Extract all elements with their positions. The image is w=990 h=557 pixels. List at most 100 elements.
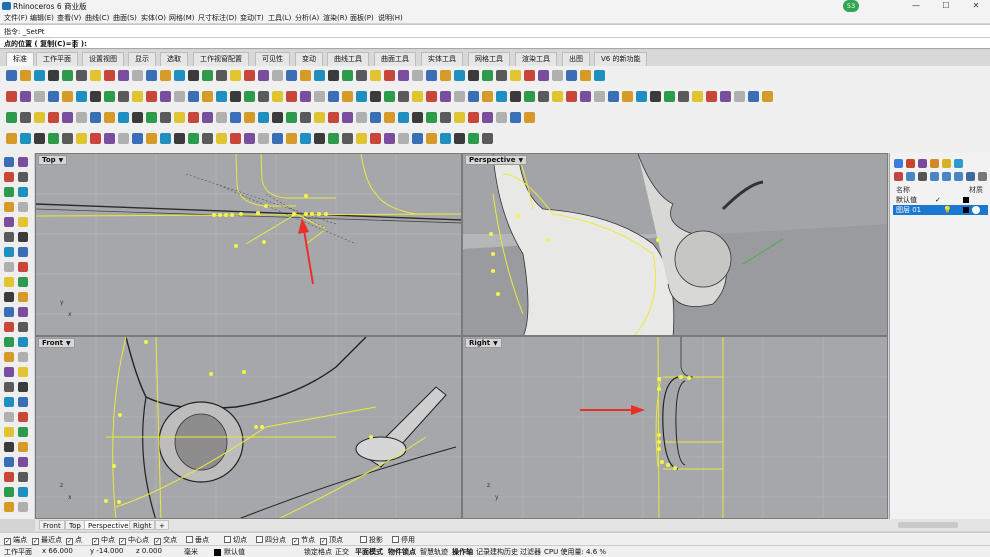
checkbox-unchecked-icon[interactable]: [224, 536, 231, 543]
toolbar-tool-icon[interactable]: [34, 112, 45, 123]
toolbar-tool-icon[interactable]: [440, 133, 451, 144]
toolbar-tool-icon[interactable]: [244, 91, 255, 102]
toolbar-tool-icon[interactable]: [692, 91, 703, 102]
sidebar-tool-icon[interactable]: [18, 457, 28, 467]
toolbar-tool-icon[interactable]: [286, 91, 297, 102]
toolbar-tool-icon[interactable]: [104, 91, 115, 102]
toolbar-tool-icon[interactable]: [426, 91, 437, 102]
toolbar-tool-icon[interactable]: [160, 133, 171, 144]
toolbar-tool-icon[interactable]: [6, 70, 17, 81]
toolbar-tool-icon[interactable]: [188, 91, 199, 102]
toolbar-tool-icon[interactable]: [230, 91, 241, 102]
viewport-top-label[interactable]: Top ▼: [38, 155, 68, 165]
osnap-option[interactable]: ✓ 端点: [4, 535, 27, 545]
menu-analyze[interactable]: 分析(A): [295, 13, 319, 23]
checkbox-checked-icon[interactable]: ✓: [154, 538, 161, 545]
new-layer-icon[interactable]: [894, 172, 903, 181]
toolbar-tool-icon[interactable]: [300, 133, 311, 144]
toolbar-tool-icon[interactable]: [48, 133, 59, 144]
menu-edit[interactable]: 编辑(E): [30, 13, 54, 23]
vtab-perspective[interactable]: Perspective: [84, 520, 133, 530]
toolbar-tool-icon[interactable]: [622, 91, 633, 102]
toolbar-tool-icon[interactable]: [468, 70, 479, 81]
osnap-option[interactable]: 垂点: [186, 535, 209, 545]
checkbox-unchecked-icon[interactable]: [256, 536, 263, 543]
sidebar-tool-icon[interactable]: [4, 382, 14, 392]
toolbar-tool-icon[interactable]: [314, 91, 325, 102]
toolbar-tool-icon[interactable]: [146, 133, 157, 144]
status-planar[interactable]: 平面模式: [355, 547, 383, 557]
toolbar-tool-icon[interactable]: [356, 133, 367, 144]
toolbar-tool-icon[interactable]: [132, 70, 143, 81]
toolbar-tool-icon[interactable]: [468, 112, 479, 123]
toolbar-tool-icon[interactable]: [90, 91, 101, 102]
toolbar-tool-icon[interactable]: [188, 112, 199, 123]
toolbar-tool-icon[interactable]: [6, 133, 17, 144]
toolbar-tool-icon[interactable]: [90, 133, 101, 144]
materials-icon[interactable]: [930, 159, 939, 168]
tab-surface-tools[interactable]: 曲面工具: [374, 52, 416, 66]
status-layer[interactable]: 默认值: [224, 547, 245, 557]
toolbar-tool-icon[interactable]: [104, 133, 115, 144]
environment-icon[interactable]: [942, 159, 951, 168]
toolbar-tool-icon[interactable]: [384, 112, 395, 123]
sidebar-tool-icon[interactable]: [18, 172, 28, 182]
toolbar-tool-icon[interactable]: [132, 91, 143, 102]
osnap-option[interactable]: ✓ 交点: [154, 535, 177, 545]
viewport-perspective-label[interactable]: Perspective ▼: [465, 155, 528, 165]
toolbar-tool-icon[interactable]: [132, 133, 143, 144]
toolbar-tool-icon[interactable]: [34, 70, 45, 81]
toolbar-tool-icon[interactable]: [160, 112, 171, 123]
toolbar-tool-icon[interactable]: [370, 70, 381, 81]
checkbox-checked-icon[interactable]: ✓: [92, 538, 99, 545]
osnap-option[interactable]: 四分点: [256, 535, 286, 545]
sidebar-tool-icon[interactable]: [18, 367, 28, 377]
toolbar-tool-icon[interactable]: [76, 70, 87, 81]
osnap-option[interactable]: ✓ 中点: [92, 535, 115, 545]
toolbar-tool-icon[interactable]: [356, 70, 367, 81]
status-record-history[interactable]: 记录建构历史: [476, 547, 518, 557]
toolbar-tool-icon[interactable]: [398, 133, 409, 144]
toolbar-tool-icon[interactable]: [650, 91, 661, 102]
sidebar-tool-icon[interactable]: [4, 322, 14, 332]
toolbar-tool-icon[interactable]: [76, 133, 87, 144]
toolbar-tool-icon[interactable]: [524, 91, 535, 102]
toolbar-tool-icon[interactable]: [314, 70, 325, 81]
status-osnap[interactable]: 物件锁点: [388, 547, 416, 557]
toolbar-tool-icon[interactable]: [412, 112, 423, 123]
toolbar-tool-icon[interactable]: [258, 70, 269, 81]
toolbar-tool-icon[interactable]: [34, 91, 45, 102]
chevron-down-icon[interactable]: ▼: [518, 156, 523, 165]
menu-surface[interactable]: 曲面(S): [113, 13, 137, 23]
toolbar-tool-icon[interactable]: [62, 91, 73, 102]
sidebar-tool-icon[interactable]: [18, 502, 28, 512]
toolbar-tool-icon[interactable]: [328, 112, 339, 123]
toolbar-tool-icon[interactable]: [538, 91, 549, 102]
tab-drafting[interactable]: 出图: [562, 52, 590, 66]
toolbar-tool-icon[interactable]: [48, 70, 59, 81]
menu-file[interactable]: 文件(F): [4, 13, 28, 23]
toolbar-tool-icon[interactable]: [594, 70, 605, 81]
tab-solid-tools[interactable]: 实体工具: [421, 52, 463, 66]
toolbar-tool-icon[interactable]: [328, 70, 339, 81]
toolbar-tool-icon[interactable]: [216, 133, 227, 144]
toolbar-tool-icon[interactable]: [412, 133, 423, 144]
sidebar-tool-icon[interactable]: [4, 397, 14, 407]
viewport-perspective[interactable]: Perspective ▼: [462, 153, 888, 336]
sidebar-tool-icon[interactable]: [18, 322, 28, 332]
layer-color-swatch[interactable]: [963, 197, 969, 203]
toolbar-tool-icon[interactable]: [160, 91, 171, 102]
toolbar-tool-icon[interactable]: [482, 133, 493, 144]
toolbar-tool-icon[interactable]: [342, 70, 353, 81]
sidebar-tool-icon[interactable]: [4, 352, 14, 362]
sidebar-tool-icon[interactable]: [18, 217, 28, 227]
tab-set-view[interactable]: 设置视图: [82, 52, 124, 66]
toolbar-tool-icon[interactable]: [286, 133, 297, 144]
checkbox-checked-icon[interactable]: ✓: [119, 538, 126, 545]
sidebar-tool-icon[interactable]: [18, 382, 28, 392]
tab-render-tools[interactable]: 渲染工具: [515, 52, 557, 66]
sidebar-tool-icon[interactable]: [18, 277, 28, 287]
toolbar-tool-icon[interactable]: [496, 70, 507, 81]
toolbar-tool-icon[interactable]: [272, 133, 283, 144]
viewport-right-label[interactable]: Right ▼: [465, 338, 502, 348]
